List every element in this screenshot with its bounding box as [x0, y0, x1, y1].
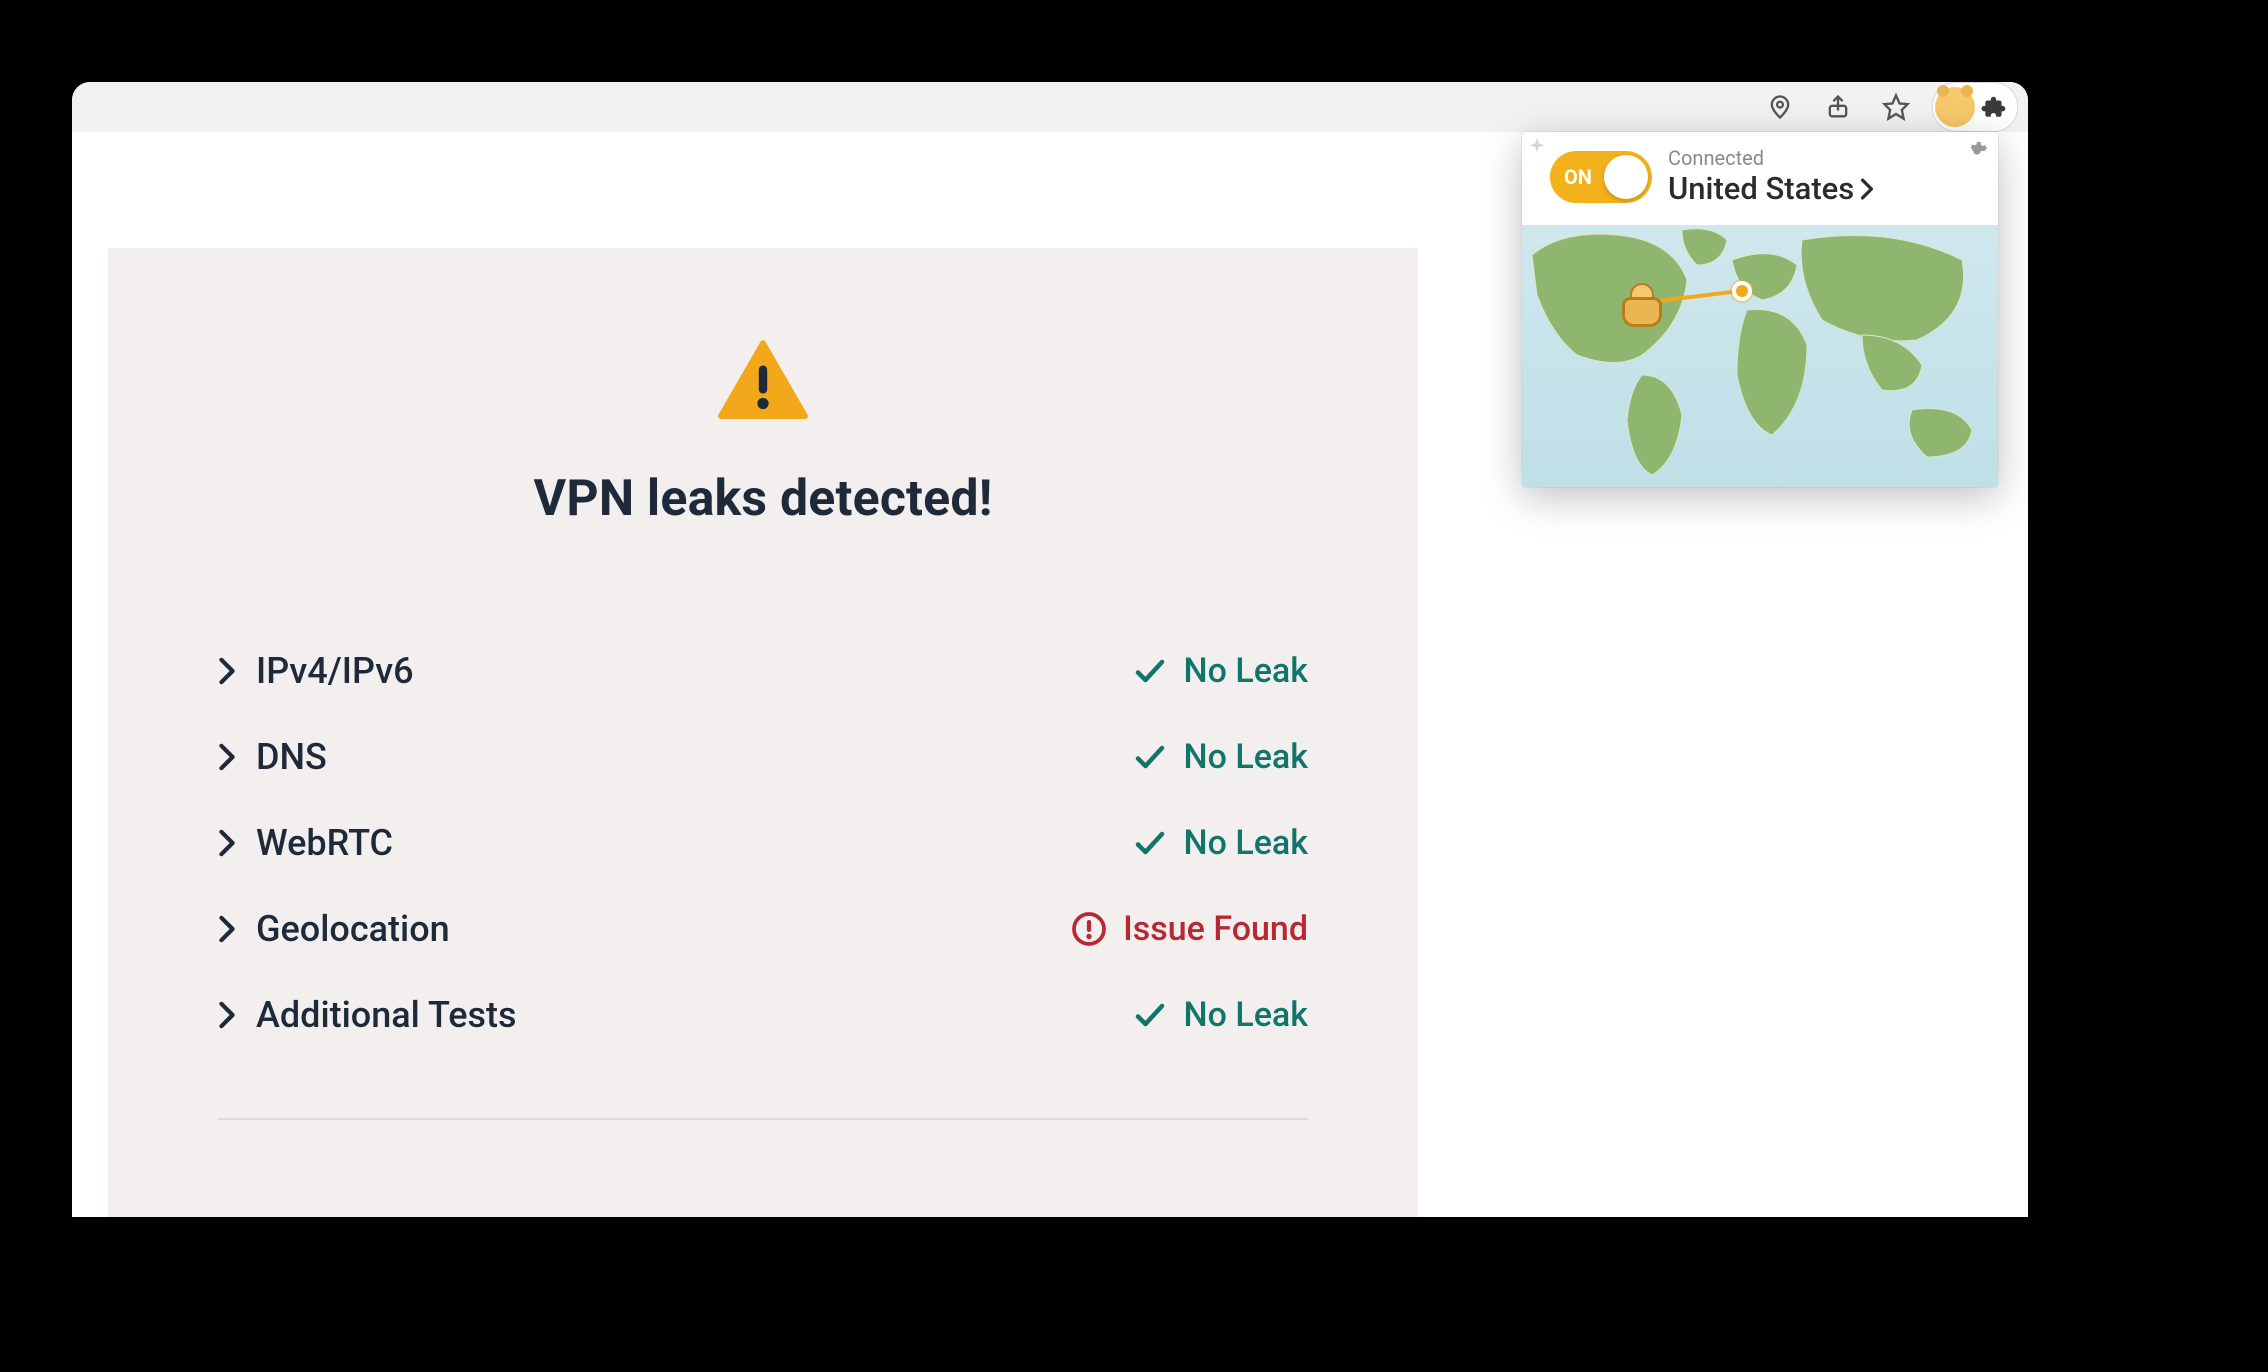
connection-status: Connected — [1668, 146, 1874, 170]
test-row-ipv4-ipv6[interactable]: IPv4/IPv6 No Leak — [218, 628, 1308, 714]
test-name: Additional Tests — [256, 994, 517, 1036]
warning-triangle-icon — [718, 340, 808, 422]
location-icon[interactable] — [1758, 85, 1802, 129]
check-icon — [1132, 739, 1168, 775]
check-icon — [1132, 997, 1168, 1033]
extension-bear-icon — [1935, 87, 1975, 127]
chevron-right-icon — [218, 743, 236, 771]
location-name: United States — [1668, 170, 1854, 207]
test-status: No Leak — [1132, 995, 1309, 1035]
sparkle-icon — [1528, 138, 1546, 156]
chevron-right-icon — [1860, 178, 1874, 200]
check-icon — [1132, 825, 1168, 861]
leak-results-card: VPN leaks detected! IPv4/IPv6 No Leak — [108, 248, 1418, 1217]
tests-list: IPv4/IPv6 No Leak DNS — [218, 628, 1308, 1058]
extension-pill[interactable] — [1932, 82, 2018, 132]
status-label: No Leak — [1184, 823, 1309, 863]
status-label: No Leak — [1184, 737, 1309, 777]
test-row-webrtc[interactable]: WebRTC No Leak — [218, 800, 1308, 886]
world-map-svg — [1522, 225, 1998, 487]
test-status: No Leak — [1132, 823, 1309, 863]
test-row-dns[interactable]: DNS No Leak — [218, 714, 1308, 800]
vpn-toggle[interactable]: ON — [1550, 151, 1652, 203]
test-status: No Leak — [1132, 737, 1309, 777]
browser-window: VPN leaks detected! IPv4/IPv6 No Leak — [72, 82, 2028, 1217]
toggle-label: ON — [1564, 165, 1592, 189]
status-label: No Leak — [1184, 651, 1309, 691]
chevron-right-icon — [218, 1001, 236, 1029]
test-row-additional[interactable]: Additional Tests No Leak — [218, 972, 1308, 1058]
share-icon[interactable] — [1816, 85, 1860, 129]
star-icon[interactable] — [1874, 85, 1918, 129]
location-selector[interactable]: United States — [1668, 170, 1874, 207]
bear-marker-icon — [1622, 297, 1664, 339]
vpn-extension-popup: ON Connected United States — [1522, 132, 1998, 487]
status-label: No Leak — [1184, 995, 1309, 1035]
test-row-geolocation[interactable]: Geolocation Issue Found — [218, 886, 1308, 972]
screenshot-stage: VPN leaks detected! IPv4/IPv6 No Leak — [0, 0, 2268, 1372]
check-icon — [1132, 653, 1168, 689]
divider — [218, 1118, 1308, 1120]
extensions-icon[interactable] — [1977, 85, 2011, 129]
chevron-right-icon — [218, 829, 236, 857]
browser-toolbar — [72, 82, 2028, 132]
test-status: Issue Found — [1071, 909, 1308, 949]
server-endpoint-icon — [1732, 281, 1752, 301]
chevron-right-icon — [218, 657, 236, 685]
test-name: WebRTC — [256, 822, 393, 864]
alert-circle-icon — [1071, 911, 1107, 947]
status-label: Issue Found — [1123, 909, 1308, 949]
gear-icon[interactable] — [1966, 140, 1988, 162]
test-status: No Leak — [1132, 651, 1309, 691]
world-map[interactable] — [1522, 225, 1998, 487]
test-name: Geolocation — [256, 908, 450, 950]
chevron-right-icon — [218, 915, 236, 943]
test-name: DNS — [256, 736, 327, 778]
test-name: IPv4/IPv6 — [256, 650, 414, 692]
toggle-knob — [1604, 155, 1648, 199]
page-title: VPN leaks detected! — [534, 470, 993, 528]
